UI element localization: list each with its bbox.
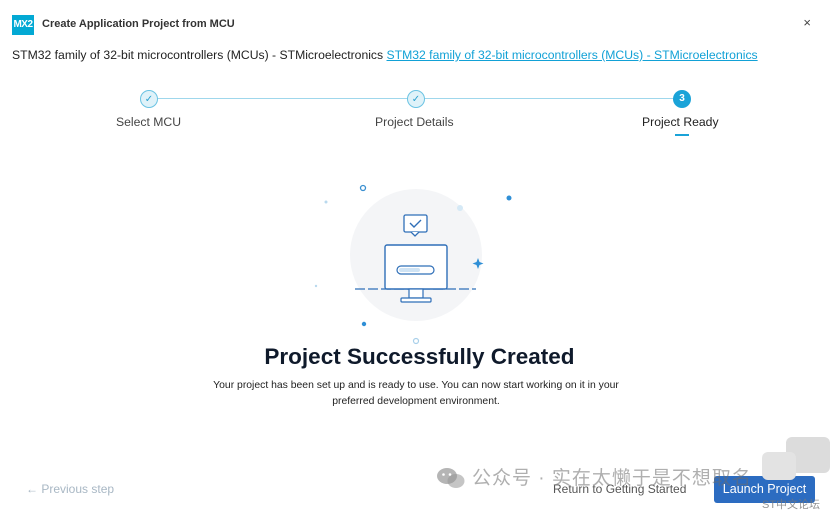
wechat-icon: [437, 468, 465, 488]
decor-dot: [457, 205, 463, 211]
step-3-number: 3: [673, 90, 691, 108]
mcu-family-header: STM32 family of 32-bit microcontrollers …: [12, 48, 758, 62]
title-bar: MX2 Create Application Project from MCU …: [0, 0, 839, 48]
window-title: Create Application Project from MCU: [42, 18, 235, 30]
success-description-line: Your project has been set up and is read…: [213, 380, 619, 391]
step-1-check-icon: ✓: [140, 90, 158, 108]
success-description: Your project has been set up and is read…: [200, 378, 632, 410]
previous-step-button[interactable]: ← Previous step: [26, 482, 114, 496]
step-label-project-ready: Project Ready: [642, 115, 719, 129]
app-logo-icon: MX2: [12, 15, 34, 35]
mcu-family-text: STM32 family of 32-bit microcontrollers …: [12, 48, 384, 62]
success-description-line: preferred development environment.: [332, 396, 500, 407]
watermark-chat-bubble: [762, 452, 796, 480]
mcu-family-link[interactable]: STM32 family of 32-bit microcontrollers …: [387, 48, 758, 62]
project-ready-illustration: [314, 184, 512, 345]
decor-dot: [506, 195, 512, 201]
decor-dot: [359, 184, 367, 192]
step-label-select-mcu: Select MCU: [116, 115, 182, 129]
success-title: Project Successfully Created: [264, 344, 575, 369]
current-step-indicator: [675, 134, 689, 136]
decor-dot: [412, 337, 420, 345]
step-2-check-icon: ✓: [407, 90, 425, 108]
close-button[interactable]: ×: [803, 15, 811, 30]
decor-dot: [361, 321, 367, 327]
watermark-forum-text: ST中文论坛: [762, 499, 821, 511]
watermark-text: 公众号 · 实在太懒于是不想取名: [472, 468, 752, 489]
step-label-project-details: Project Details: [375, 115, 454, 129]
decor-dot: [324, 200, 328, 204]
decor-dot: [314, 284, 318, 288]
